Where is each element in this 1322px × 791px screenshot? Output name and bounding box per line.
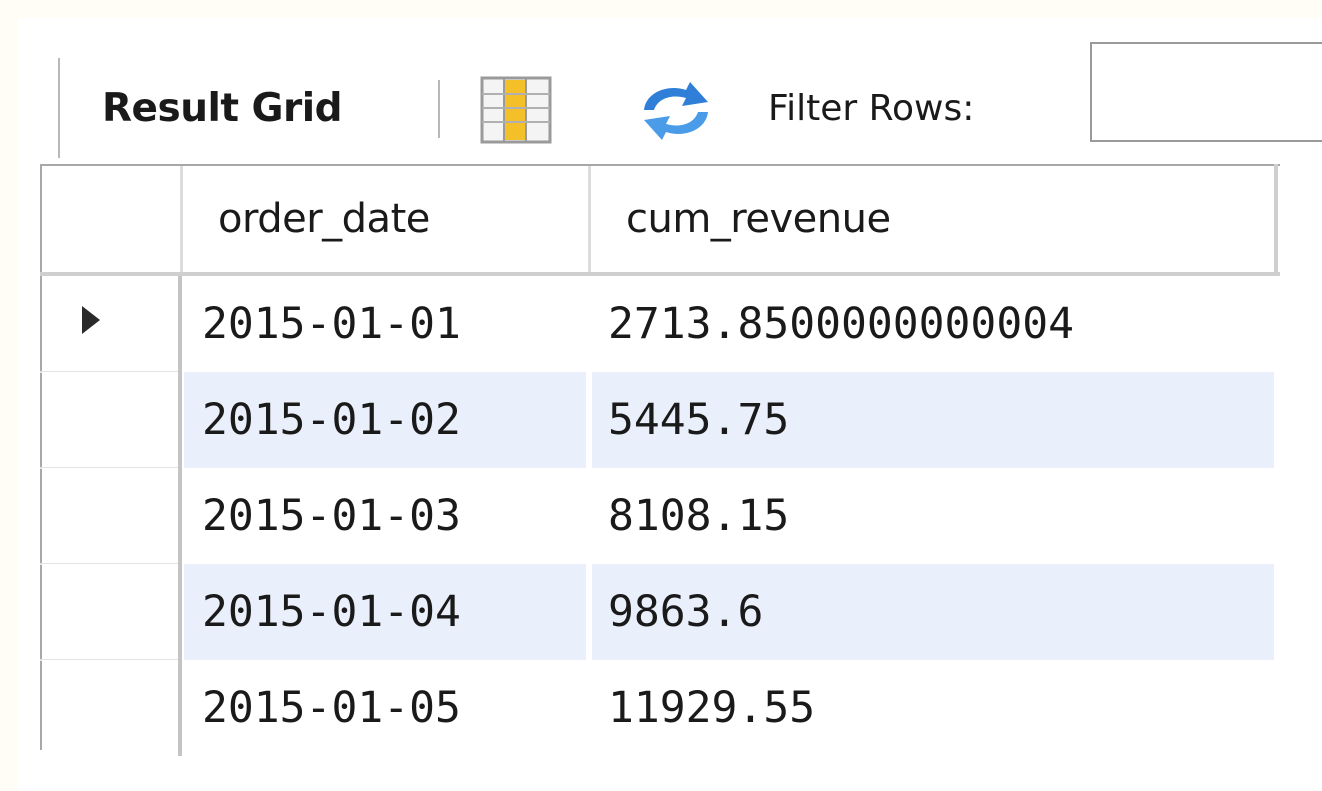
result-grid: order_date cum_revenue 2015-01-01 2713.8… [40, 164, 1280, 756]
gutter-border [178, 468, 182, 564]
cell-order-date[interactable]: 2015-01-02 [184, 372, 586, 468]
table-row[interactable]: 2015-01-05 11929.55 [40, 660, 1280, 756]
toolbar-separator [438, 80, 440, 138]
cell-cum-revenue[interactable]: 2713.8500000000004 [592, 276, 1274, 372]
toolbar-separator [58, 58, 60, 158]
column-separator [588, 166, 591, 272]
table-row[interactable]: 2015-01-02 5445.75 [40, 372, 1280, 469]
column-header-cum-revenue[interactable]: cum_revenue [626, 166, 891, 272]
column-header-order-date[interactable]: order_date [218, 166, 430, 272]
current-row-arrow-icon [82, 306, 100, 334]
table-row[interactable]: 2015-01-03 8108.15 [40, 468, 1280, 565]
cell-order-date[interactable]: 2015-01-05 [184, 660, 586, 756]
cell-order-date[interactable]: 2015-01-04 [184, 564, 586, 660]
gutter-border [178, 276, 182, 372]
row-selector[interactable] [42, 372, 178, 468]
row-selector[interactable] [42, 660, 178, 756]
gutter-border [178, 660, 182, 756]
filter-rows-label: Filter Rows: [768, 88, 975, 129]
result-panel: Result Grid Filter Rows: order_date cum_… [18, 18, 1322, 791]
cell-cum-revenue[interactable]: 5445.75 [592, 372, 1274, 468]
grid-columns-icon[interactable] [480, 76, 552, 144]
row-selector[interactable] [42, 468, 178, 564]
table-row[interactable]: 2015-01-01 2713.8500000000004 [40, 276, 1280, 373]
row-selector[interactable] [42, 276, 178, 372]
column-separator [180, 166, 183, 272]
gutter-border [178, 372, 182, 468]
cell-cum-revenue[interactable]: 8108.15 [592, 468, 1274, 564]
cell-cum-revenue[interactable]: 9863.6 [592, 564, 1274, 660]
gutter-border [178, 564, 182, 660]
result-grid-tab[interactable]: Result Grid [102, 80, 343, 138]
cell-order-date[interactable]: 2015-01-03 [184, 468, 586, 564]
refresh-icon[interactable] [630, 78, 722, 144]
result-toolbar: Result Grid Filter Rows: [18, 18, 1322, 158]
cell-order-date[interactable]: 2015-01-01 [184, 276, 586, 372]
row-selector[interactable] [42, 564, 178, 660]
filter-rows-input[interactable] [1090, 42, 1322, 142]
table-row[interactable]: 2015-01-04 9863.6 [40, 564, 1280, 661]
grid-header-border [1274, 164, 1278, 276]
cell-cum-revenue[interactable]: 11929.55 [592, 660, 1274, 756]
